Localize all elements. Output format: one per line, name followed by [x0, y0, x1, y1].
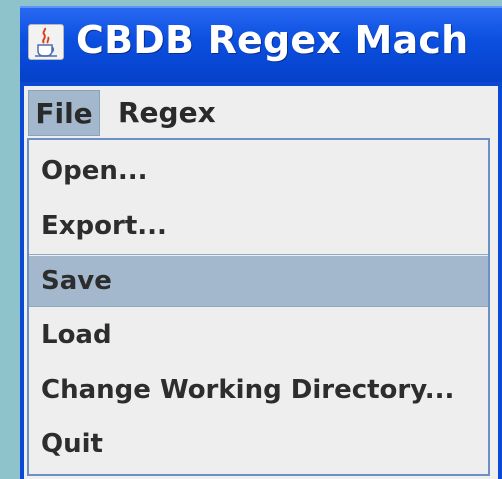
menu-bar: File Regex: [24, 86, 498, 140]
window-content: File Regex Open... Export... Save Load C…: [24, 86, 498, 479]
java-cup-icon[interactable]: [28, 24, 64, 60]
menu-separator: [29, 306, 488, 307]
menu-item-export[interactable]: Export...: [29, 201, 488, 251]
menu-item-open[interactable]: Open...: [29, 146, 488, 196]
menu-item-load[interactable]: Load: [29, 310, 488, 360]
title-bar[interactable]: CBDB Regex Mach: [20, 6, 502, 82]
menu-item-save[interactable]: Save: [29, 256, 488, 306]
menu-item-quit[interactable]: Quit: [29, 419, 488, 469]
file-menu-dropdown: Open... Export... Save Load Change Worki…: [27, 138, 490, 476]
window-title: CBDB Regex Mach: [76, 18, 469, 62]
menu-item-change-working-directory[interactable]: Change Working Directory...: [29, 365, 488, 415]
app-window: CBDB Regex Mach File Regex Open... Expor…: [20, 6, 502, 479]
menu-regex[interactable]: Regex: [116, 90, 228, 136]
menu-separator: [29, 254, 488, 255]
menu-file[interactable]: File: [28, 90, 100, 136]
